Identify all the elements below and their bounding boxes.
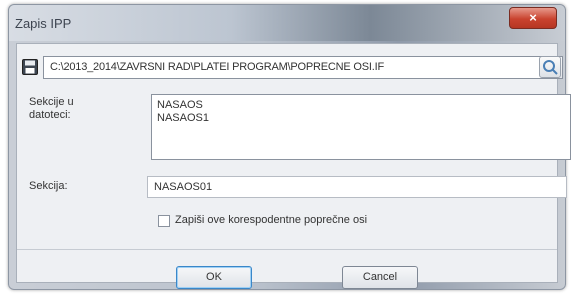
close-button[interactable]: × — [509, 7, 557, 29]
path-value: C:\2013_2014\ZAVRSNI RAD\PLATEI PROGRAM\… — [50, 61, 384, 73]
save-icon[interactable] — [21, 58, 39, 76]
ok-button[interactable]: OK — [176, 266, 252, 289]
list-item[interactable]: NASAOS — [157, 99, 565, 112]
browse-icon[interactable] — [539, 56, 561, 78]
sections-listbox[interactable]: NASAOS NASAOS1 — [151, 94, 571, 160]
section-input[interactable]: NASAOS01 — [147, 176, 567, 198]
path-combobox[interactable]: C:\2013_2014\ZAVRSNI RAD\PLATEI PROGRAM\… — [43, 56, 563, 79]
title-bar[interactable]: Zapis IPP × — [9, 5, 565, 41]
dialog-window: Zapis IPP × C:\2013_2014\ZAVRSNI RAD\PLA… — [8, 4, 571, 290]
cancel-button[interactable]: Cancel — [342, 266, 418, 289]
close-icon: × — [529, 10, 537, 25]
checkbox-label[interactable]: Zapiši ove korespodentne poprečne osi — [175, 214, 367, 226]
sections-in-file-label: Sekcije u datoteci: — [29, 96, 74, 121]
divider — [17, 249, 557, 250]
list-item[interactable]: NASAOS1 — [157, 112, 565, 125]
dialog-body: C:\2013_2014\ZAVRSNI RAD\PLATEI PROGRAM\… — [16, 43, 571, 289]
correspondent-axes-checkbox[interactable] — [158, 215, 170, 227]
section-label: Sekcija: — [29, 180, 68, 192]
path-row: C:\2013_2014\ZAVRSNI RAD\PLATEI PROGRAM\… — [21, 56, 563, 80]
window-title: Zapis IPP — [15, 16, 72, 31]
